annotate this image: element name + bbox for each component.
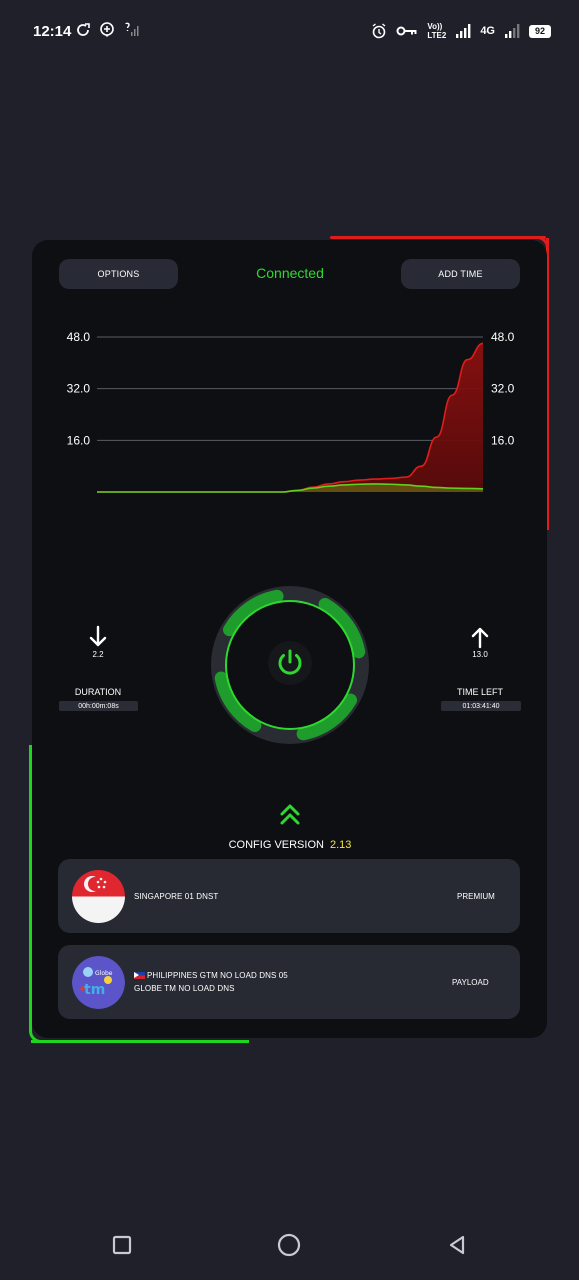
connection-status: Connected [256,265,324,281]
green-accent-bottom [31,1040,249,1043]
y-tick-right: 48.0 [491,330,515,344]
volte-line2: LTE2 [427,31,447,40]
svg-text:tm: tm [84,982,105,998]
sync-icon [75,22,91,38]
y-tick-right: 32.0 [491,382,515,396]
square-icon [112,1235,132,1255]
payload-name-line2: GLOBE TM NO LOAD DNS [134,984,235,993]
status-bar: 12:14 Vo)) LTE2 4G 92 [0,0,579,62]
payload-select-card[interactable]: Globe tm + PHILIPPINES GTM NO LOAD DNS 0… [58,945,520,1019]
signal-2-icon [504,23,520,39]
volte-line1: Vo)) [427,22,443,31]
config-label: CONFIG VERSION [228,839,324,851]
y-tick-right: 16.0 [491,433,515,447]
power-button[interactable] [210,585,370,745]
time-left-label: TIME LEFT [456,687,503,697]
svg-text:+: + [78,984,86,995]
server-tag: PREMIUM [457,892,495,901]
status-right-icons: Vo)) LTE2 4G 92 [371,22,551,40]
y-tick-left: 32.0 [67,382,91,396]
upload-speed: 13.0 [472,650,488,659]
red-accent-top [330,236,546,239]
y-tick-left: 48.0 [67,330,91,344]
signal-icon [455,23,471,39]
back-button[interactable] [437,1225,477,1265]
download-speed: 2.2 [92,650,104,659]
payload-tag: PAYLOAD [452,978,489,987]
triangle-back-icon [449,1235,465,1255]
add-location-icon [99,22,115,38]
network-type: 4G [480,25,495,37]
duration-value: 00h:00m:08s [59,701,138,711]
y-tick-left: 16.0 [67,433,91,447]
traffic-chart: 48.0 48.0 32.0 32.0 16.0 16.0 [67,330,515,493]
alarm-icon [371,23,387,39]
recent-apps-button[interactable] [102,1225,142,1265]
config-version-number: 2.13 [329,839,352,851]
volte-indicator: Vo)) LTE2 [427,22,446,40]
globe-tm-logo-icon: Globe tm + [72,956,125,1009]
payload-name-line1: PHILIPPINES GTM NO LOAD DNS 05 [134,971,288,980]
status-time: 12:14 [33,23,72,40]
upload-arrow-icon [471,627,489,649]
svg-text:Globe: Globe [95,970,113,977]
home-button[interactable] [269,1225,309,1265]
philippines-flag-icon [134,972,145,980]
time-left-value: 01:03:41:40 [441,701,521,711]
navigation-bar [0,1225,579,1280]
server-name: SINGAPORE 01 DNST [134,892,219,901]
options-button[interactable]: OPTIONS [59,259,178,289]
payload-line1-text: PHILIPPINES GTM NO LOAD DNS 05 [147,971,288,980]
status-left-icons [75,22,139,38]
config-version: CONFIG VERSION 2.13 [200,839,380,851]
vpn-key-icon [396,23,418,39]
duration-label: DURATION [74,687,122,697]
battery-indicator: 92 [529,24,551,38]
no-signal-icon [123,22,139,38]
download-series-area [97,343,483,492]
add-time-button[interactable]: ADD TIME [401,259,520,289]
circle-icon [277,1233,301,1257]
double-chevron-up-icon[interactable] [277,803,303,827]
download-arrow-icon [89,625,107,647]
server-select-card[interactable]: SINGAPORE 01 DNST PREMIUM [58,859,520,933]
singapore-flag-icon [72,870,125,923]
